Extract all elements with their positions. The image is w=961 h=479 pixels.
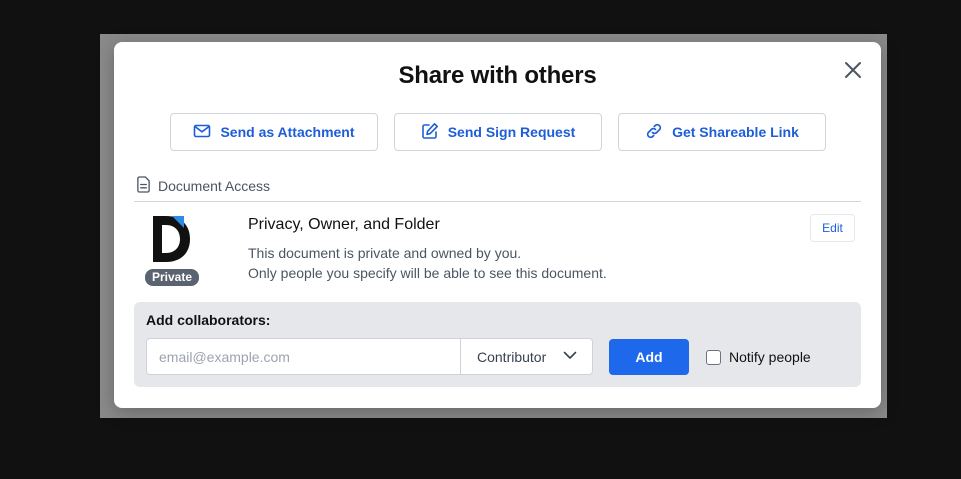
link-icon — [645, 122, 663, 143]
send-attachment-label: Send as Attachment — [220, 124, 355, 140]
add-collaborators-panel: Add collaborators: Contributor Add Notif… — [134, 302, 861, 387]
pen-square-icon — [421, 122, 439, 143]
send-sign-request-button[interactable]: Send Sign Request — [394, 113, 602, 151]
chevron-down-icon — [562, 347, 578, 366]
section-divider — [134, 201, 861, 202]
share-dialog: Share with others Send as Attachment Sen… — [114, 42, 881, 408]
notify-people-checkbox[interactable] — [706, 349, 721, 365]
get-shareable-link-label: Get Shareable Link — [672, 124, 799, 140]
get-shareable-link-button[interactable]: Get Shareable Link — [618, 113, 826, 151]
role-select-value: Contributor — [477, 348, 547, 365]
notify-people-label: Notify people — [729, 349, 811, 365]
close-icon[interactable] — [843, 60, 863, 80]
access-description-line: Only people you specify will be able to … — [248, 265, 607, 281]
document-icon — [136, 176, 151, 196]
edit-access-button[interactable]: Edit — [810, 214, 855, 242]
document-access-header: Document Access — [136, 176, 270, 196]
private-badge: Private — [145, 269, 199, 286]
access-description: This document is private and owned by yo… — [248, 243, 607, 283]
add-collaborator-button[interactable]: Add — [609, 339, 689, 375]
share-actions: Send as Attachment Send Sign Request Get… — [170, 113, 826, 151]
email-input[interactable] — [147, 339, 460, 374]
document-logo — [150, 214, 194, 264]
notify-people-option: Notify people — [706, 349, 811, 365]
send-sign-request-label: Send Sign Request — [447, 124, 576, 140]
role-select[interactable]: Contributor — [460, 339, 592, 374]
collaborator-input-group: Contributor — [146, 338, 593, 375]
envelope-icon — [193, 122, 211, 143]
dialog-title: Share with others — [398, 62, 597, 89]
add-collaborators-label: Add collaborators: — [146, 312, 271, 328]
document-access-label: Document Access — [158, 178, 271, 194]
access-description-line: This document is private and owned by yo… — [248, 245, 522, 261]
access-title: Privacy, Owner, and Folder — [248, 216, 440, 233]
send-attachment-button[interactable]: Send as Attachment — [170, 113, 378, 151]
